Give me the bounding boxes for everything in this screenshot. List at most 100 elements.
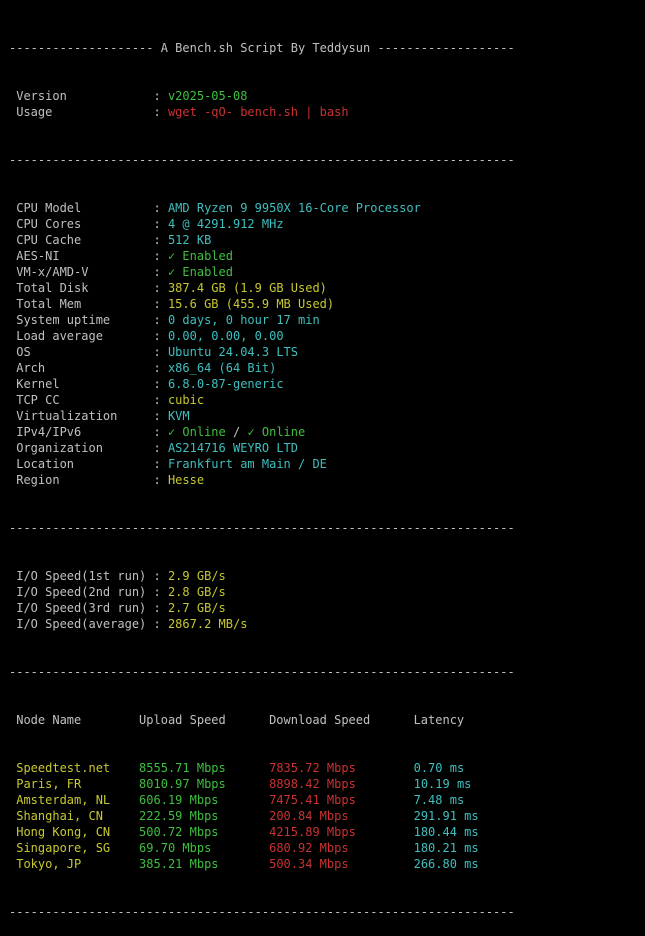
row-label: Region :	[9, 473, 168, 487]
separator: ----------------------------------------…	[9, 665, 515, 679]
latency: 291.91 ms	[413, 809, 479, 823]
row-label: Kernel :	[9, 377, 168, 391]
row-value: wget -qO- bench.sh | bash	[167, 105, 349, 119]
separator: ----------------------------------------…	[9, 153, 515, 167]
row-label: Version :	[9, 89, 168, 103]
download-speed: 4215.89 Mbps	[269, 825, 414, 839]
upload-speed: 500.72 Mbps	[139, 825, 270, 839]
upload-speed: 385.21 Mbps	[139, 857, 270, 871]
row-label: OS :	[9, 345, 168, 359]
row-value: KVM	[167, 409, 190, 423]
row-value: cubic	[167, 393, 205, 407]
system-info-row: Organization : AS214716 WEYRO LTD	[9, 440, 645, 456]
row-label: Usage :	[9, 105, 168, 119]
row-value: 15.6 GB (455.9 MB Used)	[167, 297, 335, 311]
speed-table-row: Shanghai, CN 222.59 Mbps 200.84 Mbps 291…	[9, 808, 645, 824]
system-info-section: CPU Model : AMD Ryzen 9 9950X 16-Core Pr…	[9, 200, 645, 488]
speed-table-row: Hong Kong, CN 500.72 Mbps 4215.89 Mbps 1…	[9, 824, 645, 840]
upload-speed: 8555.71 Mbps	[139, 761, 270, 775]
latency: 180.21 ms	[413, 841, 479, 855]
row-value: ✓ Enabled	[167, 265, 233, 279]
terminal-window[interactable]: -------------------- A Bench.sh Script B…	[0, 0, 645, 919]
row-label: Total Mem :	[9, 297, 168, 311]
latency: 10.19 ms	[413, 777, 472, 791]
row-label: CPU Cores :	[9, 217, 168, 231]
system-info-row: Location : Frankfurt am Main / DE	[9, 456, 645, 472]
row-value: 2867.2 MB/s	[167, 617, 248, 631]
row-label: AES-NI :	[9, 249, 168, 263]
upload-speed: 8010.97 Mbps	[139, 777, 270, 791]
row-label: Arch :	[9, 361, 168, 375]
row-value: v2025-05-08	[167, 89, 248, 103]
system-info-row: System uptime : 0 days, 0 hour 17 min	[9, 312, 645, 328]
row-label: TCP CC :	[9, 393, 168, 407]
row-value: AS214716 WEYRO LTD	[167, 441, 298, 455]
row-value: AMD Ryzen 9 9950X 16-Core Processor	[167, 201, 421, 215]
header-banner: -------------------- A Bench.sh Script B…	[9, 41, 515, 55]
node-name: Shanghai, CN	[9, 809, 140, 823]
header-row: Usage : wget -qO- bench.sh | bash	[9, 104, 645, 120]
separator: ----------------------------------------…	[9, 905, 515, 919]
row-label: I/O Speed(2nd run) :	[9, 585, 168, 599]
row-value: Hesse	[167, 473, 205, 487]
io-speed-row: I/O Speed(1st run) : 2.9 GB/s	[9, 568, 645, 584]
row-value: 387.4 GB (1.9 GB Used)	[167, 281, 327, 295]
row-value: ✓ Online	[167, 425, 226, 439]
system-info-row: Total Disk : 387.4 GB (1.9 GB Used)	[9, 280, 645, 296]
row-value: 512 KB	[167, 233, 212, 247]
speed-table-row: Paris, FR 8010.97 Mbps 8898.42 Mbps 10.1…	[9, 776, 645, 792]
speed-table-row: Tokyo, JP 385.21 Mbps 500.34 Mbps 266.80…	[9, 856, 645, 872]
io-speed-row: I/O Speed(3rd run) : 2.7 GB/s	[9, 600, 645, 616]
row-value: 6.8.0-87-generic	[167, 377, 284, 391]
io-speed-row: I/O Speed(average) : 2867.2 MB/s	[9, 616, 645, 632]
row-label: VM-x/AMD-V :	[9, 265, 168, 279]
row-value: 0 days, 0 hour 17 min	[167, 313, 320, 327]
system-info-row: CPU Cores : 4 @ 4291.912 MHz	[9, 216, 645, 232]
row-label: IPv4/IPv6 :	[9, 425, 168, 439]
separator: ----------------------------------------…	[9, 521, 515, 535]
row-label: I/O Speed(3rd run) :	[9, 601, 168, 615]
node-name: Tokyo, JP	[9, 857, 140, 871]
row-label: CPU Model :	[9, 201, 168, 215]
system-info-row: CPU Model : AMD Ryzen 9 9950X 16-Core Pr…	[9, 200, 645, 216]
row-label: CPU Cache :	[9, 233, 168, 247]
download-speed: 7475.41 Mbps	[269, 793, 414, 807]
speed-table-row: Amsterdam, NL 606.19 Mbps 7475.41 Mbps 7…	[9, 792, 645, 808]
row-value: ✓ Online	[247, 425, 306, 439]
download-speed: 500.34 Mbps	[269, 857, 414, 871]
io-speed-row: I/O Speed(2nd run) : 2.8 GB/s	[9, 584, 645, 600]
header-section: Version : v2025-05-08 Usage : wget -qO- …	[9, 88, 645, 120]
row-value: /	[225, 425, 248, 439]
latency: 266.80 ms	[413, 857, 479, 871]
row-label: I/O Speed(average) :	[9, 617, 168, 631]
speed-table-row: Singapore, SG 69.70 Mbps 680.92 Mbps 180…	[9, 840, 645, 856]
system-info-row: Arch : x86_64 (64 Bit)	[9, 360, 645, 376]
upload-speed: 222.59 Mbps	[139, 809, 270, 823]
download-speed: 200.84 Mbps	[269, 809, 414, 823]
upload-speed: 606.19 Mbps	[139, 793, 270, 807]
system-info-row: Load average : 0.00, 0.00, 0.00	[9, 328, 645, 344]
row-value: ✓ Enabled	[167, 249, 233, 263]
upload-speed: 69.70 Mbps	[139, 841, 270, 855]
io-speed-section: I/O Speed(1st run) : 2.9 GB/s I/O Speed(…	[9, 568, 645, 632]
speed-table-header: Node Name Upload Speed Download Speed La…	[9, 713, 501, 727]
latency: 7.48 ms	[413, 793, 465, 807]
system-info-row: Total Mem : 15.6 GB (455.9 MB Used)	[9, 296, 645, 312]
system-info-row: CPU Cache : 512 KB	[9, 232, 645, 248]
system-info-row: Region : Hesse	[9, 472, 645, 488]
latency: 0.70 ms	[413, 761, 465, 775]
row-value: 4 @ 4291.912 MHz	[167, 217, 284, 231]
system-info-row: OS : Ubuntu 24.04.3 LTS	[9, 344, 645, 360]
row-label: Load average :	[9, 329, 168, 343]
row-label: System uptime :	[9, 313, 168, 327]
node-name: Singapore, SG	[9, 841, 140, 855]
system-info-row: AES-NI : ✓ Enabled	[9, 248, 645, 264]
row-value: 2.8 GB/s	[167, 585, 226, 599]
system-info-row: VM-x/AMD-V : ✓ Enabled	[9, 264, 645, 280]
row-label: I/O Speed(1st run) :	[9, 569, 168, 583]
row-value: 2.7 GB/s	[167, 601, 226, 615]
node-name: Speedtest.net	[9, 761, 140, 775]
row-label: Total Disk :	[9, 281, 168, 295]
latency: 180.44 ms	[413, 825, 479, 839]
row-value: Ubuntu 24.04.3 LTS	[167, 345, 298, 359]
